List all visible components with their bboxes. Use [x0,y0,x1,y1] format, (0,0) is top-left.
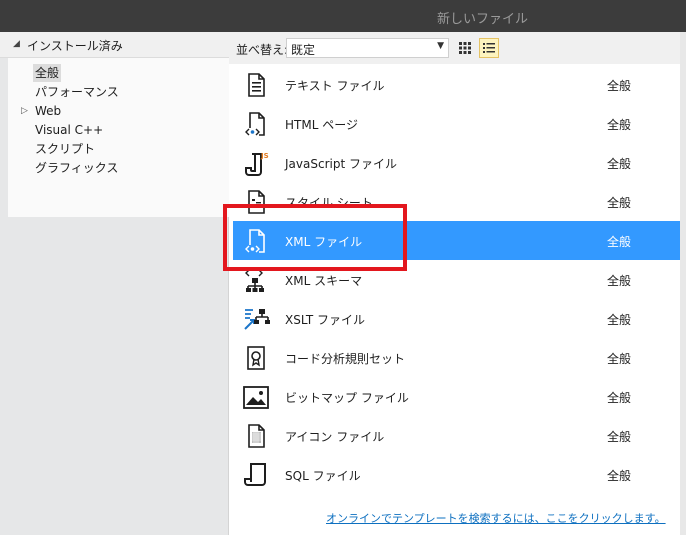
template-category: 全般 [607,196,632,210]
template-name: XML スキーマ [285,274,363,288]
template-list: テキスト ファイル 全般 HTML ページ 全般 JS JavaScript フ… [229,64,686,535]
icon-file-icon [248,424,265,448]
list-view-button[interactable] [479,38,499,58]
template-category: 全般 [607,274,632,288]
template-name: ビットマップ ファイル [285,391,409,405]
template-category: 全般 [607,313,632,327]
javascript-file-icon: JS [245,152,269,176]
chevron-down-icon: ▼ [437,41,444,51]
tree-item-script[interactable]: スクリプト [35,140,95,158]
template-item-xslt-file[interactable]: XSLT ファイル 全般 [233,299,680,338]
svg-text:JS: JS [260,152,269,160]
search-online-templates-link[interactable]: オンラインでテンプレートを検索するには、ここをクリックします。 [326,510,666,526]
tree-item-graphics[interactable]: グラフィックス [35,159,118,177]
template-category: 全般 [607,469,632,483]
template-item-icon-file[interactable]: アイコン ファイル 全般 [233,416,680,455]
sort-label: 並べ替え: [236,43,289,57]
template-category: 全般 [607,79,632,93]
template-name: テキスト ファイル [285,79,385,93]
template-name: JavaScript ファイル [285,157,397,171]
template-category: 全般 [607,235,632,249]
collapse-triangle-icon: ◢ [13,39,20,49]
template-name: SQL ファイル [285,469,361,483]
ruleset-icon [247,346,265,370]
tree-item-general[interactable]: 全般 [33,64,62,82]
template-category: 全般 [607,352,632,366]
template-item-code-analysis-ruleset[interactable]: コード分析規則セット 全般 [233,338,680,377]
sort-dropdown-value: 既定 [291,43,316,57]
bitmap-icon [243,386,269,409]
template-category: 全般 [607,118,632,132]
red-highlight-box [223,204,407,271]
grid-view-icon [459,42,471,54]
tree-item-visual-cpp[interactable]: Visual C++ [35,121,103,139]
small-icons-view-button[interactable] [455,38,475,58]
template-item-html-page[interactable]: HTML ページ 全般 [233,104,680,143]
template-item-sql-file[interactable]: SQL ファイル 全般 [233,455,680,494]
template-name: アイコン ファイル [285,430,385,444]
tree-item-web[interactable]: Web [35,102,61,120]
list-view-icon [483,43,495,53]
template-item-javascript-file[interactable]: JS JavaScript ファイル 全般 [233,143,680,182]
template-category: 全般 [607,391,632,405]
installed-section-header[interactable]: ◢ インストール済み [0,32,229,58]
template-name: XSLT ファイル [285,313,366,327]
template-name: コード分析規則セット [285,352,406,366]
template-category: 全般 [607,157,632,171]
left-pane: ◢ インストール済み 全般 パフォーマンス ▷ Web Visual C++ ス… [0,32,229,535]
sort-dropdown[interactable]: 既定 ▼ [286,38,449,58]
template-toolbar: 並べ替え: 既定 ▼ [229,32,686,64]
html-page-icon [245,112,265,136]
window-title: 新しいファイル [437,12,529,27]
text-file-icon [248,73,265,97]
xslt-file-icon [244,309,270,330]
template-name: HTML ページ [285,118,358,132]
template-item-bitmap-file[interactable]: ビットマップ ファイル 全般 [233,377,680,416]
template-item-text-file[interactable]: テキスト ファイル 全般 [233,65,680,104]
expand-triangle-icon[interactable]: ▷ [21,106,28,116]
tree-item-performance[interactable]: パフォーマンス [35,83,119,101]
category-tree: 全般 パフォーマンス ▷ Web Visual C++ スクリプト グラフィック… [8,58,229,217]
template-category: 全般 [607,430,632,444]
sql-file-icon [244,463,266,486]
right-edge-bar [680,32,686,535]
title-bar: 新しいファイル [0,0,686,32]
installed-section-label: インストール済み [27,39,123,53]
